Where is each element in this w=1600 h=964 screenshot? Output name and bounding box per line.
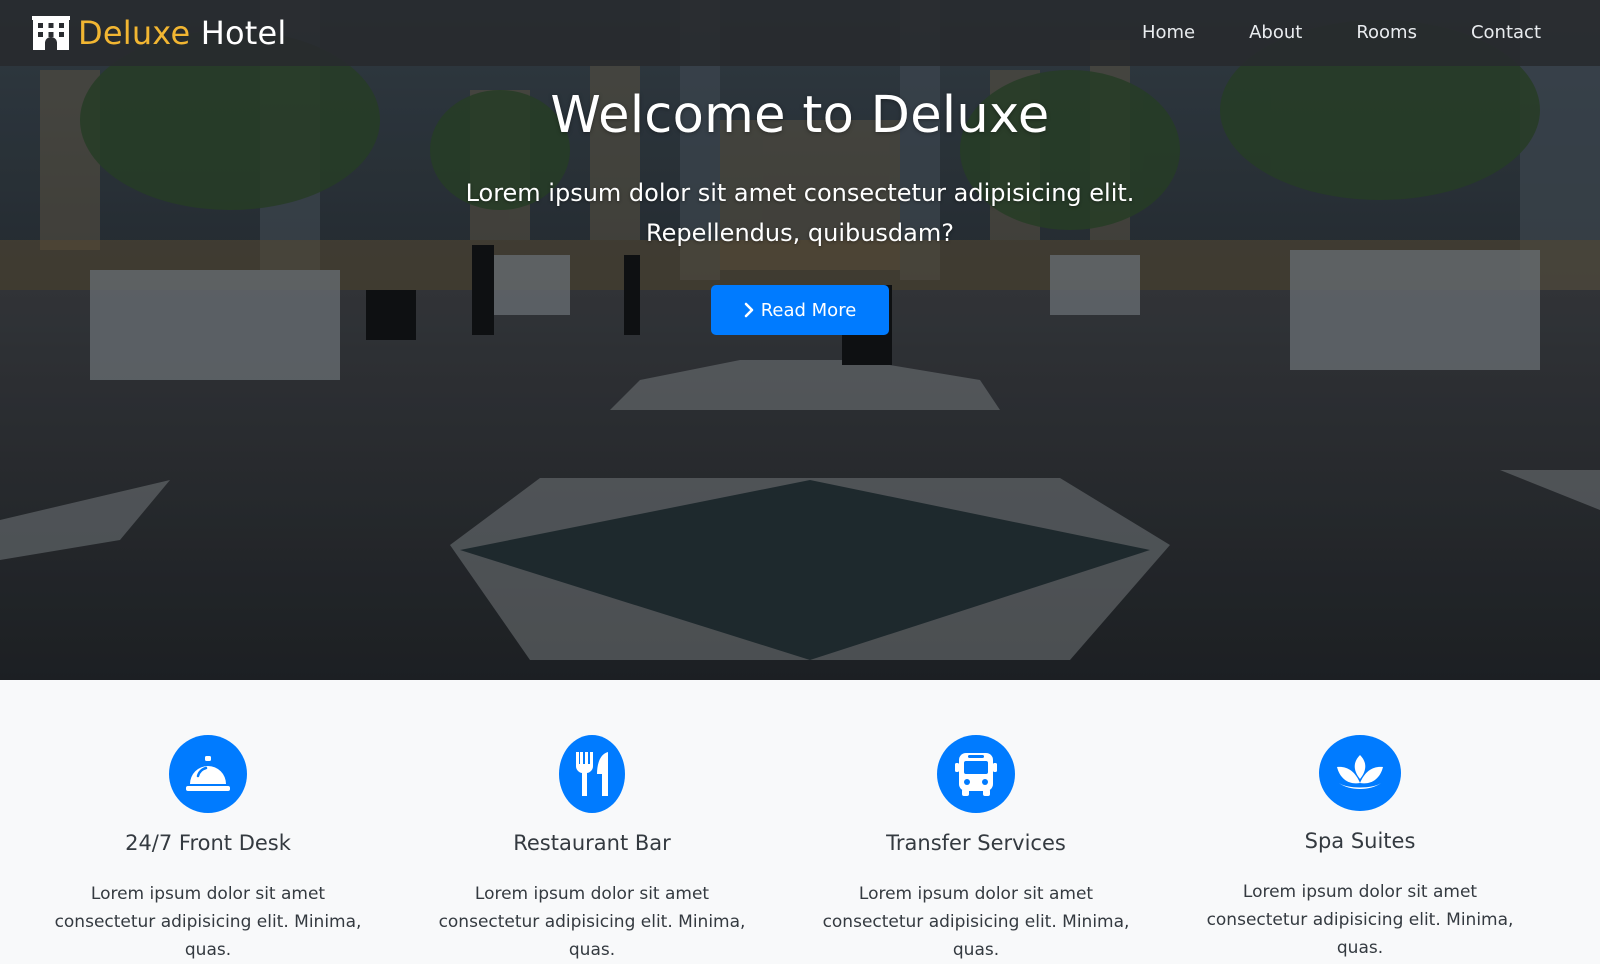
- read-more-button[interactable]: Read More: [710, 285, 890, 335]
- service-title: Spa Suites: [1304, 829, 1416, 853]
- service-title: 24/7 Front Desk: [125, 831, 291, 855]
- spa-icon: [1319, 735, 1401, 811]
- hero-subtitle: Lorem ipsum dolor sit amet consectetur a…: [465, 179, 1135, 247]
- nav-link-contact[interactable]: Contact: [1444, 0, 1568, 66]
- service-description: Lorem ipsum dolor sit amet consectetur a…: [438, 884, 746, 960]
- service-description: Lorem ipsum dolor sit amet consectetur a…: [54, 884, 362, 960]
- service-description: Lorem ipsum dolor sit amet consectetur a…: [822, 884, 1130, 960]
- nav-link-rooms[interactable]: Rooms: [1329, 0, 1444, 66]
- service-title: Restaurant Bar: [513, 831, 671, 855]
- chevron-right-icon: [744, 302, 754, 318]
- service-front-desk: 24/7 Front Desk Lorem ipsum dolor sit am…: [16, 680, 400, 960]
- read-more-label: Read More: [760, 299, 857, 321]
- utensils-icon: [559, 735, 625, 813]
- service-spa: Spa Suites Lorem ipsum dolor sit amet co…: [1168, 680, 1552, 958]
- service-transfer: Transfer Services Lorem ipsum dolor sit …: [784, 680, 1168, 960]
- nav-links: Home About Rooms Contact: [1115, 0, 1568, 66]
- service-title: Transfer Services: [886, 831, 1066, 855]
- hotel-building-icon: [32, 16, 70, 50]
- nav-link-about[interactable]: About: [1222, 0, 1329, 66]
- hero-title: Welcome to Deluxe: [550, 86, 1050, 145]
- service-restaurant-bar: Restaurant Bar Lorem ipsum dolor sit ame…: [400, 680, 784, 960]
- bus-icon: [937, 735, 1015, 813]
- brand-logo[interactable]: Deluxe Hotel: [32, 14, 286, 52]
- services-section: 24/7 Front Desk Lorem ipsum dolor sit am…: [0, 680, 1600, 960]
- hero-section: Deluxe Hotel Home About Rooms Contact We…: [0, 0, 1600, 680]
- brand-name: Deluxe Hotel: [78, 14, 286, 52]
- service-description: Lorem ipsum dolor sit amet consectetur a…: [1206, 882, 1514, 958]
- brand-name-accent: Deluxe: [78, 14, 191, 52]
- nav-link-home[interactable]: Home: [1115, 0, 1222, 66]
- navbar: Deluxe Hotel Home About Rooms Contact: [0, 0, 1600, 66]
- bell-icon: [169, 735, 247, 813]
- brand-name-rest: Hotel: [200, 14, 287, 52]
